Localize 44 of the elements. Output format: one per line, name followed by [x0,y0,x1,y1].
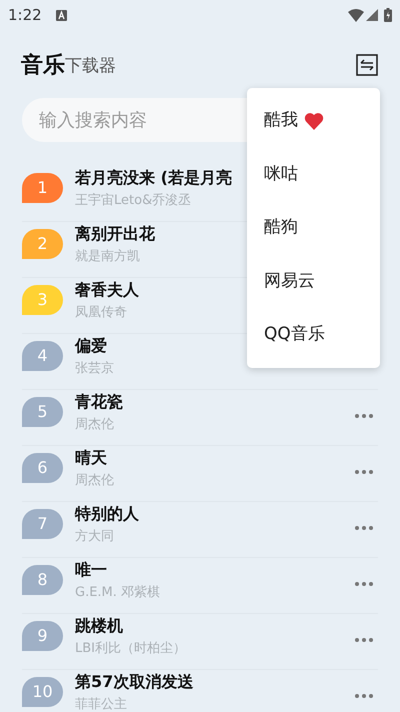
more-icon[interactable] [354,525,374,531]
signal-icon [366,9,378,21]
song-artist: 张芸京 [75,360,115,378]
app-title: 音乐 [21,52,65,80]
more-icon[interactable] [354,637,374,643]
rank-badge: 2 [22,229,63,259]
rank-badge: 3 [22,285,63,315]
rank-badge: 8 [22,565,63,595]
menu-item[interactable]: 咪咕 [247,148,380,201]
menu-item[interactable]: QQ音乐 [247,308,380,362]
song-title[interactable]: 第57次取消发送 [75,670,354,694]
keyboard-icon [56,10,67,20]
wifi-icon [348,8,364,22]
song-artist: 菲菲公主 [75,696,128,712]
song-title[interactable]: 唯一 [75,558,354,582]
more-icon[interactable] [354,693,374,699]
song-title[interactable]: 晴天 [75,446,354,470]
more-icon[interactable] [354,469,374,475]
song-title[interactable]: 青花瓷 [75,390,354,414]
menu-item[interactable]: 酷狗 [247,201,380,254]
song-artist: 就是南方凯 [75,248,141,266]
rank-badge: 1 [22,173,63,203]
song-title[interactable]: 特别的人 [75,502,354,526]
rank-badge: 6 [22,453,63,483]
song-artist: 周杰伦 [75,416,115,434]
rank-badge: 4 [22,341,63,371]
more-icon[interactable] [354,581,374,587]
more-icon[interactable] [354,413,374,419]
rank-badge: 10 [22,677,63,707]
menu-item[interactable]: 网易云 [247,254,380,308]
rank-badge: 5 [22,397,63,427]
rank-badge: 7 [22,509,63,539]
song-artist: 周杰伦 [75,472,115,490]
song-artist: LBI利比（时柏尘） [75,640,187,658]
song-artist: 方大同 [75,528,115,546]
app-subtitle: 下载器 [65,55,116,78]
song-artist: 王宇宙Leto&乔浚丞 [75,192,192,210]
status-time: 1:22 [8,4,42,26]
switch-icon[interactable] [356,54,378,76]
rank-badge: 9 [22,621,63,651]
battery-icon [384,8,392,22]
song-title[interactable]: 跳楼机 [75,614,354,638]
song-artist: 凤凰传奇 [75,304,128,322]
song-artist: G.E.M. 邓紫棋 [75,584,162,602]
